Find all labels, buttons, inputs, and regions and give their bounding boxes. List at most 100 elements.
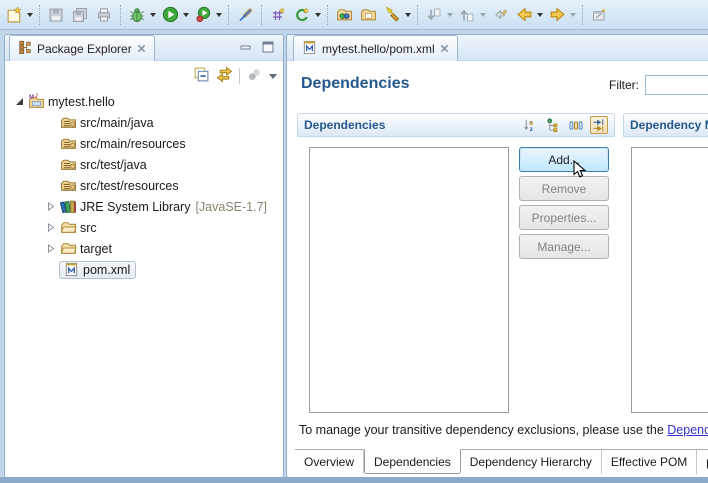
search-dropdown[interactable] (405, 13, 411, 20)
filter-input[interactable] (645, 75, 708, 95)
filter-control: Filter: (609, 75, 708, 95)
run-external-dropdown[interactable] (216, 13, 222, 20)
collapse-arrow-icon[interactable] (11, 97, 27, 106)
folder-icon (59, 219, 77, 236)
hint-text: To manage your transitive dependency exc… (299, 423, 668, 437)
tree-item-jre-library[interactable]: JRE System Library [JavaSE-1.7] (5, 196, 283, 217)
refresh-icon[interactable] (290, 3, 314, 27)
package-explorer-icon (18, 40, 32, 57)
toggle-mark-occurrences-icon[interactable] (233, 3, 257, 27)
new-java-element-icon[interactable] (266, 3, 290, 27)
tree-item-label: src/main/resources (80, 136, 186, 151)
back-icon[interactable] (512, 3, 536, 27)
open-folder-icon[interactable] (356, 3, 380, 27)
tree-item-decoration: [JavaSE-1.7] (195, 199, 268, 214)
new-wizard-icon[interactable] (2, 3, 26, 27)
dependency-management-section: Dependency Management (623, 113, 708, 415)
source-folder-icon (59, 177, 77, 194)
new-wizard-dropdown[interactable] (27, 13, 33, 20)
minimize-icon[interactable] (239, 40, 253, 57)
tab-dependency-hierarchy[interactable]: Dependency Hierarchy (461, 450, 602, 474)
expand-arrow-icon[interactable] (43, 202, 59, 211)
run-dropdown[interactable] (183, 13, 189, 20)
link-with-editor-icon[interactable] (216, 66, 233, 86)
source-folder-icon (59, 135, 77, 152)
close-icon[interactable] (440, 44, 449, 53)
tree-item-src-test-resources[interactable]: src/test/resources (5, 175, 283, 196)
folder-icon (59, 240, 77, 257)
toolbar-separator (582, 4, 583, 25)
focus-on-active-task-icon (246, 66, 263, 86)
tab-pom-xml[interactable]: pom.xml (697, 450, 708, 474)
filter-label: Filter: (609, 78, 639, 92)
source-folder-icon (59, 114, 77, 131)
tree-item-label: src/main/java (80, 115, 154, 130)
section-title: Dependencies (304, 118, 386, 132)
next-annotation-icon (422, 3, 446, 27)
eclipse-window: { "colors": { "accent": "#26588e", "link… (0, 0, 708, 483)
page-title: Dependencies (301, 75, 410, 92)
search-icon[interactable] (380, 3, 404, 27)
library-icon (59, 198, 77, 215)
sort-alphabetically-icon[interactable]: az (521, 116, 539, 134)
tree-item-project[interactable]: MJ mytest.hello (5, 91, 283, 112)
tree-item-src-folder[interactable]: src (5, 217, 283, 238)
editor-tab-pom[interactable]: mytest.hello/pom.xml (293, 35, 458, 61)
run-external-icon[interactable] (191, 3, 215, 27)
dependencies-section: Dependencies az Add... Remove Properties… (297, 113, 615, 415)
close-icon[interactable] (137, 44, 146, 53)
view-menu-icon[interactable] (269, 73, 277, 83)
open-maven-repository-icon[interactable] (332, 3, 356, 27)
tree-item-src-main-resources[interactable]: src/main/resources (5, 133, 283, 154)
debug-icon[interactable] (125, 3, 149, 27)
add-button[interactable]: Add... (519, 147, 609, 172)
run-icon[interactable] (158, 3, 182, 27)
tree-item-label: src/test/resources (80, 178, 179, 193)
source-folder-icon (59, 156, 77, 173)
editor-bottom-tabs: Overview Dependencies Dependency Hierarc… (295, 449, 708, 474)
show-groupid-icon[interactable] (544, 116, 562, 134)
tab-effective-pom[interactable]: Effective POM (602, 450, 698, 474)
refresh-dropdown[interactable] (315, 13, 321, 20)
dependency-hierarchy-link[interactable]: Dependency Hierarchy (667, 423, 708, 437)
package-explorer-tab[interactable]: Package Explorer (9, 35, 155, 61)
tree-item-pom-xml[interactable]: pom.xml (5, 259, 283, 280)
tree-item-src-test-java[interactable]: src/test/java (5, 154, 283, 175)
new-window-icon (587, 3, 611, 27)
toolbar-separator (120, 4, 121, 25)
toolbar-separator (39, 4, 40, 25)
selected-row-highlight: pom.xml (59, 260, 137, 279)
tree-item-label: JRE System Library (80, 199, 191, 214)
tab-dependencies[interactable]: Dependencies (364, 449, 461, 474)
tree-item-src-main-java[interactable]: src/main/java (5, 112, 283, 133)
print-icon (92, 3, 116, 27)
maximize-icon[interactable] (261, 40, 275, 57)
show-properties-icon[interactable] (567, 116, 585, 134)
tree-item-label: src (80, 220, 97, 235)
pom-file-icon (62, 262, 80, 277)
dependency-management-list[interactable] (631, 147, 708, 413)
main-toolbar (0, 0, 708, 30)
forward-icon[interactable] (545, 3, 569, 27)
debug-dropdown[interactable] (150, 13, 156, 20)
collapse-all-icon[interactable] (193, 66, 210, 86)
dependencies-list[interactable] (309, 147, 509, 413)
svg-text:z: z (529, 126, 533, 133)
editor-tab-label: mytest.hello/pom.xml (322, 41, 435, 56)
properties-button: Properties... (519, 205, 609, 230)
tree-item-target-folder[interactable]: target (5, 238, 283, 259)
section-title: Dependency Management (630, 118, 708, 132)
tree-item-label: target (80, 241, 112, 256)
toolbar-separator (239, 68, 240, 84)
back-dropdown[interactable] (537, 13, 543, 20)
last-edit-location-icon (488, 3, 512, 27)
expand-sections-icon[interactable] (590, 116, 608, 134)
expand-arrow-icon[interactable] (43, 223, 59, 232)
svg-text:M: M (29, 94, 34, 100)
tab-overview[interactable]: Overview (295, 450, 365, 474)
tree-item-label: mytest.hello (48, 94, 115, 109)
svg-text:J: J (34, 93, 37, 99)
previous-annotation-dropdown (480, 13, 486, 20)
expand-arrow-icon[interactable] (43, 244, 59, 253)
project-tree: MJ mytest.hello src/main/java src/main/r… (5, 91, 283, 280)
